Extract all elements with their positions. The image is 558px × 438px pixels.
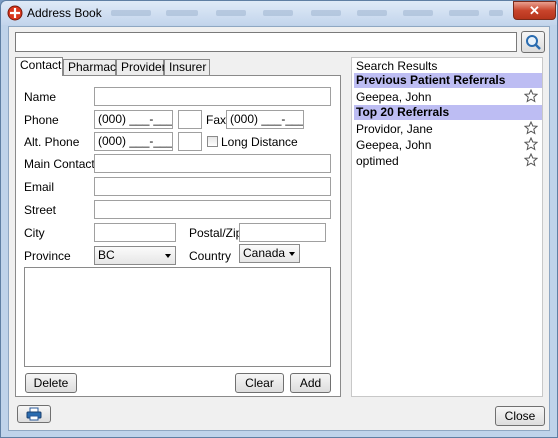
- province-label: Province: [24, 249, 71, 263]
- phone-ext-field[interactable]: [178, 110, 202, 129]
- print-button[interactable]: [17, 405, 51, 423]
- background-text-ghost: [111, 10, 151, 16]
- alt-phone-field[interactable]: (000) ___-____: [94, 132, 173, 151]
- background-text-ghost: [166, 10, 198, 16]
- group-header-top-20: Top 20 Referrals: [354, 105, 542, 120]
- window-close-button[interactable]: ✕: [513, 1, 556, 20]
- city-field[interactable]: [94, 223, 176, 242]
- phone-field[interactable]: (000) ___-____: [94, 110, 173, 129]
- search-results-panel: Search Results Previous Patient Referral…: [351, 57, 543, 397]
- postal-field[interactable]: [239, 223, 326, 242]
- background-text-ghost: [489, 10, 503, 16]
- background-text-ghost: [357, 10, 387, 16]
- fax-field[interactable]: (000) ___-____: [226, 110, 304, 129]
- result-item[interactable]: Providor, Jane: [356, 122, 433, 136]
- app-icon: [7, 5, 23, 21]
- chevron-down-icon: [289, 252, 295, 256]
- result-item[interactable]: Geepea, John: [356, 90, 431, 104]
- star-icon[interactable]: [524, 137, 538, 151]
- star-icon[interactable]: [524, 153, 538, 167]
- tab-insurer[interactable]: Insurer: [164, 59, 210, 76]
- city-label: City: [24, 226, 45, 240]
- email-label: Email: [24, 180, 55, 194]
- province-select[interactable]: BC: [94, 246, 176, 265]
- tab-provider[interactable]: Provider: [116, 59, 166, 76]
- search-icon: [526, 35, 541, 50]
- star-icon[interactable]: [524, 89, 538, 103]
- long-distance-label: Long Distance: [221, 135, 298, 149]
- main-contact-label: Main Contact: [24, 157, 95, 171]
- background-text-ghost: [263, 10, 293, 16]
- search-button[interactable]: [521, 31, 545, 53]
- background-text-ghost: [403, 10, 433, 16]
- street-field[interactable]: [94, 200, 331, 219]
- country-label: Country: [189, 249, 232, 263]
- long-distance-checkbox[interactable]: [207, 136, 218, 147]
- result-item[interactable]: Geepea, John: [356, 138, 431, 152]
- background-text-ghost: [449, 10, 479, 16]
- main-contact-field[interactable]: [94, 154, 331, 173]
- alt-phone-label: Alt. Phone: [24, 135, 80, 149]
- client-area: Contact Pharmacy Provider Insurer Name P…: [8, 26, 550, 431]
- delete-button[interactable]: Delete: [25, 373, 77, 393]
- province-value: BC: [98, 248, 115, 262]
- alt-phone-ext-field[interactable]: [178, 132, 202, 151]
- title-bar[interactable]: Address Book ✕: [1, 1, 557, 25]
- address-book-window: Address Book ✕ Contact Pharmacy Provider…: [0, 0, 558, 438]
- add-button[interactable]: Add: [290, 373, 331, 393]
- name-field[interactable]: [94, 87, 331, 106]
- star-icon[interactable]: [524, 121, 538, 135]
- fax-label: Fax: [206, 113, 227, 127]
- window-title: Address Book: [27, 6, 102, 20]
- phone-label: Phone: [24, 113, 59, 127]
- result-item[interactable]: optimed: [356, 154, 399, 168]
- country-value: Canada: [243, 246, 286, 260]
- street-label: Street: [24, 203, 57, 217]
- printer-icon: [26, 407, 42, 421]
- chevron-down-icon: [165, 254, 171, 258]
- close-button[interactable]: Close: [495, 406, 545, 426]
- tab-pharmacy[interactable]: Pharmacy: [63, 59, 122, 76]
- search-results-title: Search Results: [356, 59, 438, 73]
- background-text-ghost: [216, 10, 246, 16]
- postal-label: Postal/Zip: [189, 226, 243, 240]
- contact-panel: Name Phone (000) ___-____ Fax (000) ___-…: [15, 75, 341, 397]
- tab-contact[interactable]: Contact: [15, 57, 63, 76]
- country-select[interactable]: Canada: [239, 244, 300, 263]
- email-field[interactable]: [94, 177, 331, 196]
- name-label: Name: [24, 90, 57, 104]
- notes-textarea[interactable]: [24, 267, 331, 367]
- background-text-ghost: [311, 10, 341, 16]
- clear-button[interactable]: Clear: [235, 373, 284, 393]
- search-input[interactable]: [15, 32, 517, 52]
- group-header-previous-referrals: Previous Patient Referrals: [354, 73, 542, 88]
